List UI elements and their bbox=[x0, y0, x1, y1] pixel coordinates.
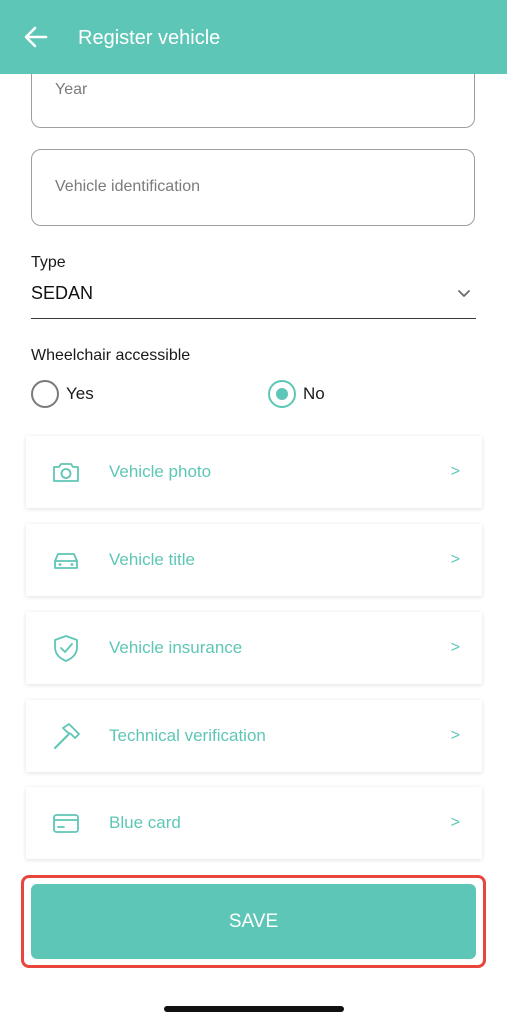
technical-verification-item[interactable]: Technical verification > bbox=[26, 700, 482, 772]
vehicle-title-item[interactable]: Vehicle title > bbox=[26, 524, 482, 596]
credit-card-icon bbox=[53, 814, 79, 833]
vehicle-title-label: Vehicle title bbox=[109, 550, 195, 569]
wheelchair-no-radio[interactable]: No bbox=[268, 377, 325, 411]
wheelchair-no-label: No bbox=[303, 384, 325, 403]
arrow-left-icon bbox=[24, 26, 48, 48]
year-placeholder: Year bbox=[55, 81, 88, 98]
vehicle-photo-label: Vehicle photo bbox=[109, 462, 212, 481]
type-select[interactable]: SEDAN bbox=[31, 277, 476, 319]
back-button[interactable] bbox=[18, 19, 54, 55]
chevron-right-icon: > bbox=[450, 551, 460, 568]
home-indicator bbox=[164, 1006, 344, 1012]
camera-icon bbox=[53, 463, 79, 482]
blue-card-label: Blue card bbox=[109, 813, 181, 832]
chevron-right-icon: > bbox=[450, 639, 460, 656]
chevron-right-icon: > bbox=[450, 814, 460, 831]
chevron-down-icon bbox=[458, 290, 470, 297]
wheelchair-yes-label: Yes bbox=[66, 384, 94, 403]
wheelchair-yes-radio[interactable]: Yes bbox=[31, 377, 94, 411]
vehicle-identification-field[interactable]: Vehicle identification bbox=[31, 149, 475, 226]
radio-unchecked-icon bbox=[31, 380, 59, 408]
blue-card-item[interactable]: Blue card > bbox=[26, 787, 482, 859]
page-title: Register vehicle bbox=[78, 27, 221, 49]
vehicle-insurance-item[interactable]: Vehicle insurance > bbox=[26, 612, 482, 684]
vehicle-photo-item[interactable]: Vehicle photo > bbox=[26, 436, 482, 508]
chevron-right-icon: > bbox=[450, 463, 460, 480]
shield-check-icon bbox=[54, 635, 78, 662]
radio-checked-icon bbox=[268, 380, 296, 408]
save-button[interactable]: SAVE bbox=[31, 884, 476, 959]
type-value: SEDAN bbox=[31, 283, 94, 303]
technical-verification-label: Technical verification bbox=[109, 726, 266, 745]
type-label: Type bbox=[31, 254, 66, 271]
app-header: Register vehicle bbox=[0, 0, 507, 74]
chevron-right-icon: > bbox=[450, 727, 460, 744]
vehicle-insurance-label: Vehicle insurance bbox=[109, 638, 243, 657]
vehicle-identification-placeholder: Vehicle identification bbox=[55, 178, 200, 195]
wheelchair-accessible-label: Wheelchair accessible bbox=[31, 347, 191, 364]
hammer-icon bbox=[54, 723, 80, 749]
car-icon bbox=[54, 553, 78, 569]
